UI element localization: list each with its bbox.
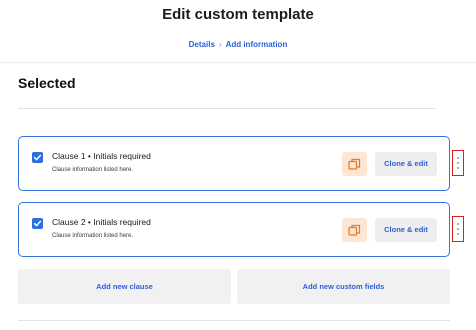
copy-icon — [348, 224, 361, 236]
clause-checkbox[interactable] — [32, 152, 43, 163]
bottom-divider — [18, 320, 450, 321]
checkmark-icon — [33, 154, 42, 161]
clone-edit-button[interactable]: Clone & edit — [375, 152, 437, 176]
clause-title: Clause 1 • Initials required — [52, 151, 151, 161]
copy-button[interactable] — [342, 218, 367, 242]
checkmark-icon — [33, 220, 42, 227]
breadcrumb-add-information[interactable]: Add information — [226, 40, 288, 49]
breadcrumb-details[interactable]: Details — [189, 40, 215, 49]
page-title: Edit custom template — [162, 6, 314, 23]
clause-card: Clause 1 • Initials required Clause info… — [18, 136, 450, 191]
copy-button[interactable] — [342, 152, 367, 176]
clause-checkbox[interactable] — [32, 218, 43, 229]
more-options-icon[interactable] — [452, 150, 464, 176]
section-title-selected: Selected — [18, 75, 76, 91]
breadcrumb-separator: › — [218, 40, 222, 49]
clause-info: Clause information listed here. — [52, 167, 134, 173]
copy-icon — [348, 158, 361, 170]
clause-card: Clause 2 • Initials required Clause info… — [18, 202, 450, 257]
clause-info: Clause information listed here. — [52, 233, 134, 239]
section-divider — [18, 108, 436, 109]
add-new-clause-button[interactable]: Add new clause — [18, 269, 231, 304]
breadcrumb: Details › Add information — [0, 40, 476, 49]
header-divider — [0, 62, 476, 63]
add-new-custom-fields-button[interactable]: Add new custom fields — [237, 269, 450, 304]
clone-edit-button[interactable]: Clone & edit — [375, 218, 437, 242]
page-header: Edit custom template Details › Add informa… — [0, 0, 476, 62]
more-options-icon[interactable] — [452, 216, 464, 242]
clause-title: Clause 2 • Initials required — [52, 217, 151, 227]
